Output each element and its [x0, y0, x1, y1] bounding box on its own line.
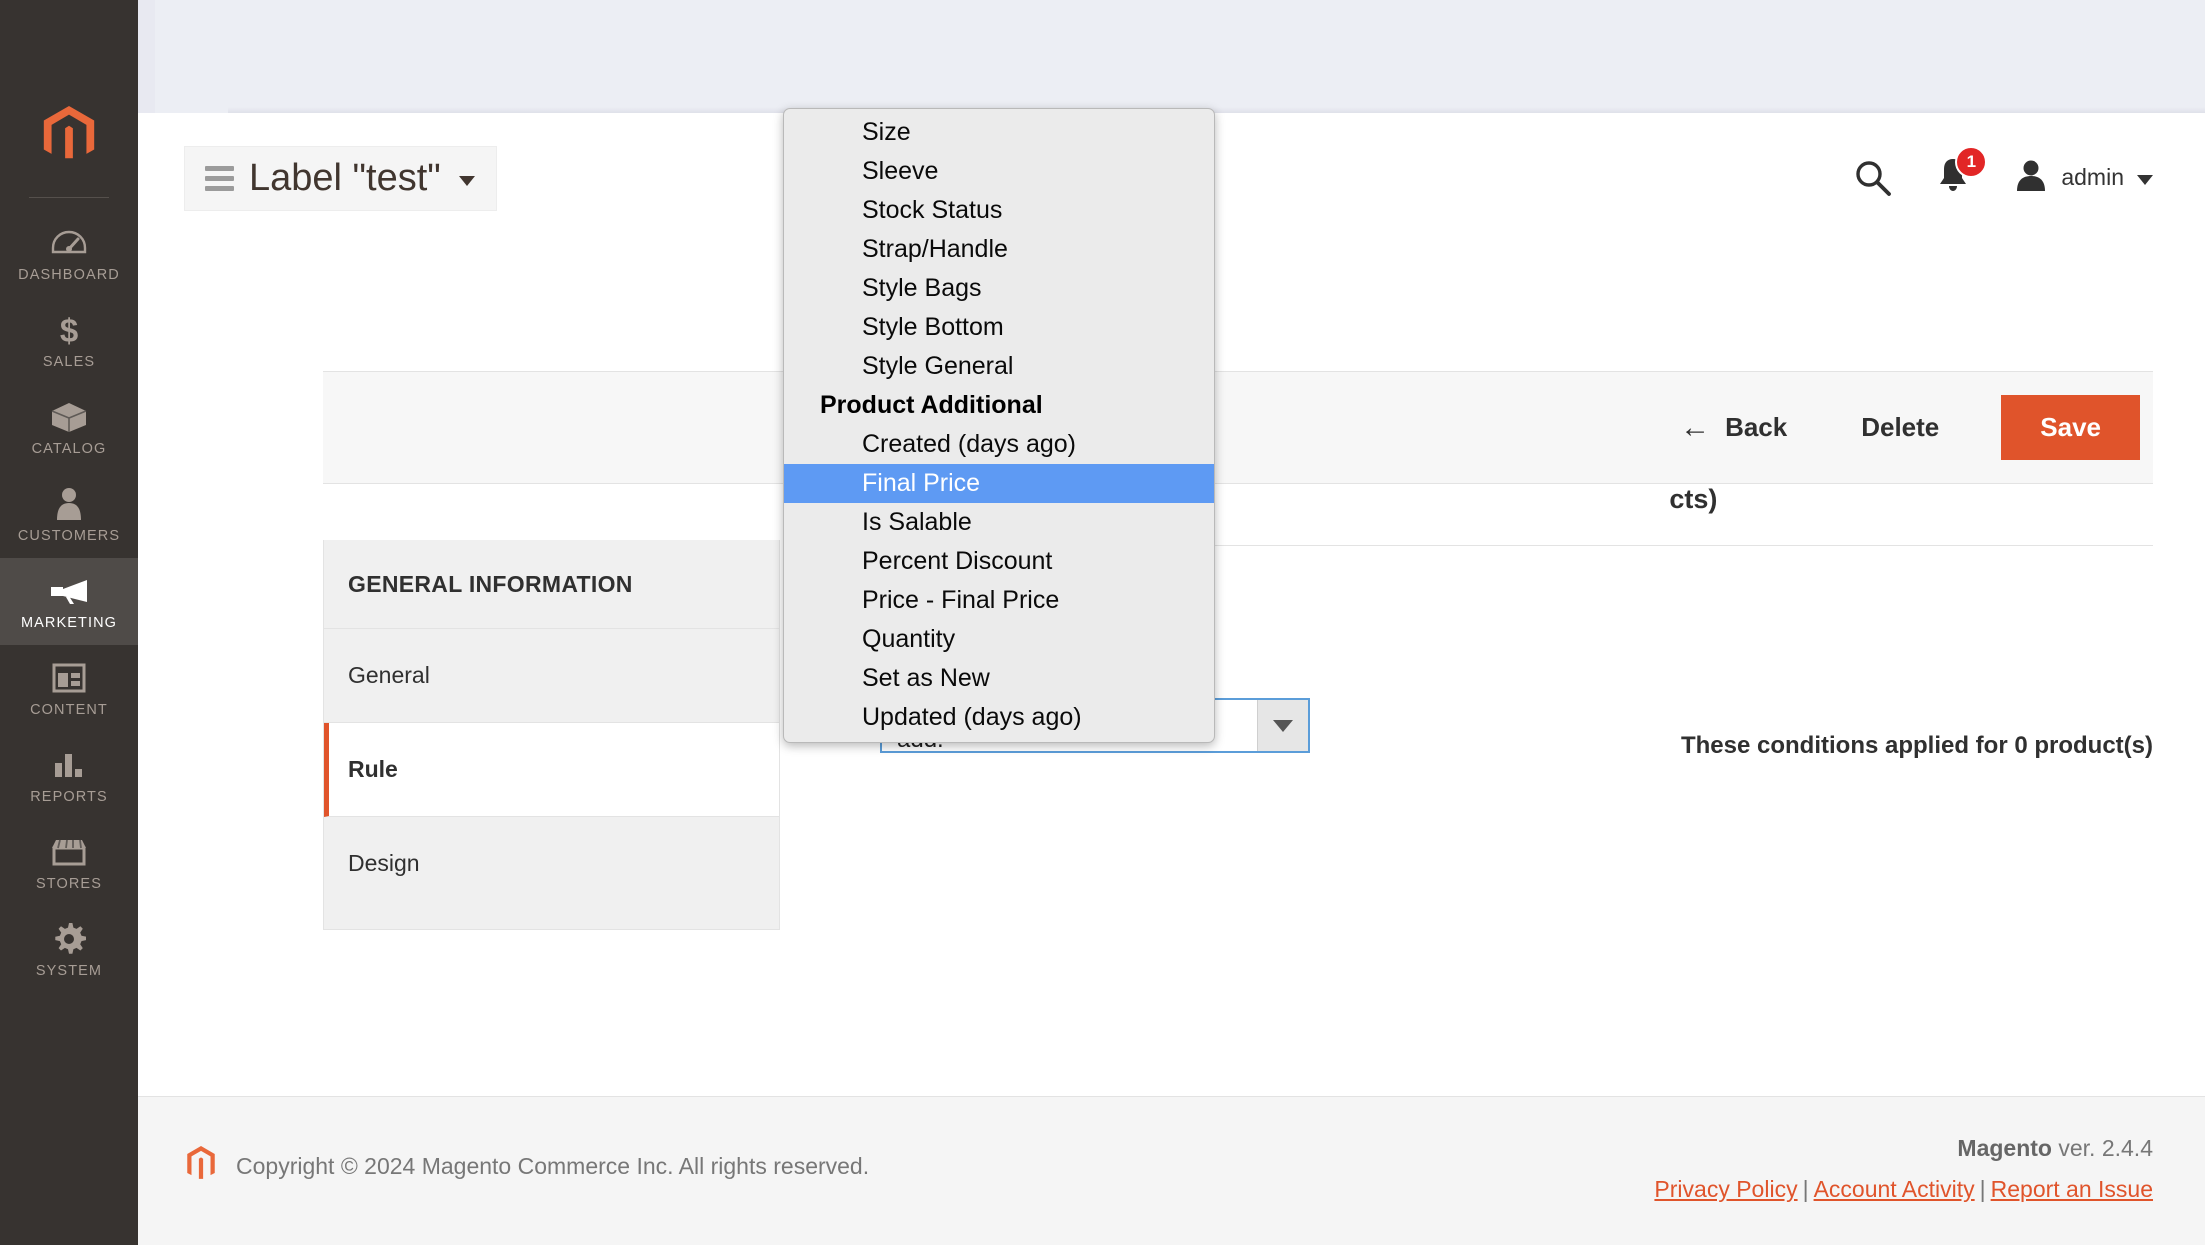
dropdown-option[interactable]: Is Salable: [784, 503, 1214, 542]
sidebar-item-sales[interactable]: $ SALES: [0, 297, 138, 384]
footer-copyright-block: Copyright © 2024 Magento Commerce Inc. A…: [184, 1145, 869, 1187]
nav-item-design[interactable]: Design: [324, 817, 779, 929]
search-icon[interactable]: [1854, 159, 1892, 197]
dropdown-option[interactable]: Style Bottom: [784, 308, 1214, 347]
page-title: Label "test": [249, 159, 441, 197]
sidebar-item-label: CONTENT: [30, 702, 108, 718]
dropdown-option[interactable]: Price - Final Price: [784, 581, 1214, 620]
footer-meta-block: Magento ver. 2.4.4 Privacy Policy|Accoun…: [1654, 1135, 2153, 1203]
conditions-heading-right: cts): [1669, 484, 1717, 514]
footer-links: Privacy Policy|Account Activity|Report a…: [1654, 1176, 2153, 1203]
sidebar-item-label: DASHBOARD: [18, 267, 120, 283]
condition-select-dropdown[interactable]: Size Sleeve Stock Status Strap/Handle St…: [783, 108, 1215, 743]
footer-link-separator: |: [1798, 1176, 1814, 1202]
chevron-down-icon: [2137, 175, 2153, 185]
admin-sidebar: DASHBOARD $ SALES CATALOG CUSTOMERS MARK…: [0, 0, 138, 1245]
dropdown-option-selected[interactable]: Final Price: [784, 464, 1214, 503]
sidebar-item-label: CUSTOMERS: [18, 528, 120, 544]
notifications-button[interactable]: 1: [1936, 157, 1970, 198]
sidebar-item-label: SALES: [43, 354, 95, 370]
box-icon: [50, 400, 88, 434]
sidebar-item-system[interactable]: SYSTEM: [0, 906, 138, 993]
nav-item-general[interactable]: General: [324, 629, 779, 723]
admin-user-menu[interactable]: admin: [2014, 158, 2153, 197]
svg-text:$: $: [60, 313, 78, 347]
footer-link-report-an-issue[interactable]: Report an Issue: [1991, 1176, 2153, 1202]
delete-button[interactable]: Delete: [1821, 412, 1979, 443]
dropdown-option[interactable]: Sleeve: [784, 152, 1214, 191]
admin-user-name: admin: [2061, 164, 2124, 191]
top-background-inner: [155, 0, 2205, 113]
footer-link-separator: |: [1975, 1176, 1991, 1202]
save-button[interactable]: Save: [2001, 395, 2140, 460]
sidebar-item-catalog[interactable]: CATALOG: [0, 384, 138, 471]
magento-logo-glyph: [38, 104, 100, 166]
footer-version: Magento ver. 2.4.4: [1654, 1135, 2153, 1162]
bar-chart-icon: [53, 748, 85, 782]
sidebar-item-label: REPORTS: [30, 789, 108, 805]
footer-version-brand: Magento: [1957, 1135, 2052, 1161]
page-actions-toolbar: ← Back Delete Save: [323, 371, 2153, 484]
back-button-label: Back: [1725, 412, 1787, 443]
sidebar-item-marketing[interactable]: MARKETING: [0, 558, 138, 645]
dropdown-option[interactable]: Stock Status: [784, 191, 1214, 230]
nav-item-rule[interactable]: Rule: [324, 723, 779, 817]
sidebar-item-content[interactable]: CONTENT: [0, 645, 138, 732]
dropdown-option[interactable]: Strap/Handle: [784, 230, 1214, 269]
chevron-down-icon[interactable]: [1257, 700, 1308, 751]
magento-admin-page: DASHBOARD $ SALES CATALOG CUSTOMERS MARK…: [0, 0, 2205, 1245]
general-information-title: GENERAL INFORMATION: [324, 540, 779, 629]
dropdown-option[interactable]: Created (days ago): [784, 425, 1214, 464]
magento-logo-icon[interactable]: [38, 104, 100, 171]
sidebar-item-stores[interactable]: STORES: [0, 819, 138, 906]
storefront-icon: [50, 835, 88, 869]
dropdown-group-label: Product Additional: [784, 386, 1214, 425]
sidebar-item-dashboard[interactable]: DASHBOARD: [0, 210, 138, 297]
footer-copyright-text: Copyright © 2024 Magento Commerce Inc. A…: [236, 1153, 869, 1180]
dashboard-gauge-icon: [51, 226, 87, 260]
sidebar-divider: [29, 197, 109, 198]
dropdown-option[interactable]: Style General: [784, 347, 1214, 386]
arrow-left-icon: ←: [1680, 413, 1710, 443]
conditions-applied-count: These conditions applied for 0 product(s…: [1681, 732, 2153, 760]
footer-version-number: ver. 2.4.4: [2052, 1135, 2153, 1161]
hamburger-menu-icon: [205, 166, 234, 191]
user-avatar-icon: [2014, 158, 2048, 197]
back-button[interactable]: ← Back: [1646, 412, 1821, 443]
dropdown-option[interactable]: Quantity: [784, 620, 1214, 659]
top-background-strip: [138, 0, 2205, 113]
layout-icon: [52, 661, 86, 695]
dropdown-option[interactable]: Style Bags: [784, 269, 1214, 308]
page-title-switcher[interactable]: Label "test": [184, 146, 497, 211]
general-information-nav: GENERAL INFORMATION General Rule Design: [323, 540, 780, 930]
page-footer: Copyright © 2024 Magento Commerce Inc. A…: [138, 1096, 2205, 1245]
magento-logo-icon: [184, 1145, 218, 1187]
footer-link-privacy-policy[interactable]: Privacy Policy: [1654, 1176, 1797, 1202]
dropdown-option[interactable]: Percent Discount: [784, 542, 1214, 581]
sidebar-item-label: SYSTEM: [36, 963, 102, 979]
sidebar-item-label: MARKETING: [21, 615, 117, 631]
sidebar-item-label: CATALOG: [32, 441, 107, 457]
footer-link-account-activity[interactable]: Account Activity: [1814, 1176, 1975, 1202]
chevron-down-icon: [459, 176, 475, 186]
dollar-sign-icon: $: [56, 313, 82, 347]
dropdown-option[interactable]: Set as New: [784, 659, 1214, 698]
sidebar-item-customers[interactable]: CUSTOMERS: [0, 471, 138, 558]
sidebar-item-label: STORES: [36, 876, 102, 892]
gear-icon: [52, 922, 86, 956]
dropdown-option[interactable]: Updated (days ago): [784, 698, 1214, 737]
megaphone-icon: [49, 574, 89, 608]
header-actions: 1 admin: [1854, 157, 2153, 198]
notification-count-badge: 1: [1955, 146, 1987, 178]
sidebar-item-reports[interactable]: REPORTS: [0, 732, 138, 819]
person-icon: [54, 487, 84, 521]
dropdown-option[interactable]: Size: [784, 113, 1214, 152]
